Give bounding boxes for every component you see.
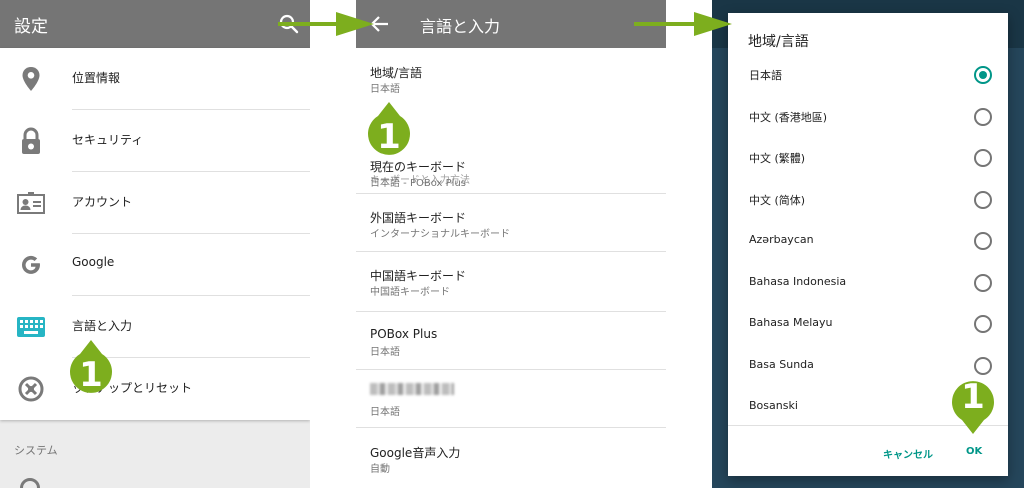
radio-icon[interactable] bbox=[974, 357, 992, 375]
language-option[interactable]: 中文 (繁體) bbox=[728, 138, 1008, 178]
language-option[interactable]: 中文 (简体) bbox=[728, 180, 1008, 220]
settings-item-account[interactable]: アカウント bbox=[0, 172, 310, 234]
item-subtitle: 日本語 - POBox Plus bbox=[370, 178, 466, 189]
account-card-icon bbox=[16, 188, 46, 218]
language-input-title: 言語と入力 bbox=[420, 17, 501, 36]
location-icon bbox=[16, 64, 46, 94]
settings-app-bar: 設定 bbox=[0, 0, 310, 48]
item-title: Google音声入力 bbox=[370, 446, 461, 460]
item-subtitle: 日本語 bbox=[370, 347, 400, 358]
radio-icon[interactable] bbox=[974, 108, 992, 126]
settings-item-location[interactable]: 位置情報 bbox=[0, 48, 310, 110]
option-label: 中文 (香港地區) bbox=[749, 111, 828, 124]
option-label: Basa Sunda bbox=[749, 358, 814, 371]
settings-title: 設定 bbox=[14, 17, 48, 37]
step-number: 1 bbox=[377, 117, 401, 157]
settings-item-backup-reset[interactable]: ックアップとリセット bbox=[0, 358, 310, 420]
radio-icon[interactable] bbox=[974, 274, 992, 292]
settings-item-label: 言語と入力 bbox=[72, 319, 133, 333]
radio-icon[interactable] bbox=[974, 149, 992, 167]
keyboard-item-foreign[interactable]: 外国語キーボード インターナショナルキーボード bbox=[356, 194, 666, 251]
item-title: 中国語キーボード bbox=[370, 269, 467, 283]
item-title: 外国語キーボード bbox=[370, 211, 467, 225]
settings-item-label: アカウント bbox=[72, 195, 133, 209]
option-label: 日本語 bbox=[749, 69, 782, 82]
option-label: 中文 (繁體) bbox=[749, 152, 806, 165]
radio-icon[interactable] bbox=[974, 315, 992, 333]
step-marker: 1 bbox=[366, 100, 412, 162]
item-subtitle: インターナショナルキーボード bbox=[370, 229, 510, 240]
lock-icon bbox=[16, 126, 46, 156]
section-header-system: システム bbox=[14, 444, 58, 457]
settings-item-google[interactable]: Google bbox=[0, 234, 310, 296]
option-label: 中文 (简体) bbox=[749, 194, 806, 207]
settings-item-language-input[interactable]: 言語と入力 bbox=[0, 296, 310, 358]
keyboard-item-chinese[interactable]: 中国語キーボード 中国語キーボード bbox=[356, 252, 666, 311]
option-label: Bahasa Melayu bbox=[749, 316, 833, 329]
item-title: 地域/言語 bbox=[370, 66, 423, 80]
radio-icon[interactable] bbox=[974, 191, 992, 209]
radio-icon[interactable] bbox=[974, 232, 992, 250]
google-icon bbox=[16, 250, 46, 280]
item-title: POBox Plus bbox=[370, 327, 438, 341]
blurred-keyboard-name bbox=[370, 383, 454, 395]
cancel-button[interactable]: キャンセル bbox=[883, 446, 933, 461]
item-subtitle: 日本語 bbox=[370, 84, 400, 95]
language-option[interactable]: Azərbaycan bbox=[728, 221, 1008, 261]
item-subtitle: 日本語 bbox=[370, 407, 400, 418]
item-subtitle: 自動 bbox=[370, 464, 390, 475]
option-label: Bahasa Indonesia bbox=[749, 275, 847, 288]
option-label: Azərbaycan bbox=[749, 233, 814, 246]
keyboard-item-google-voice[interactable]: Google音声入力 自動 bbox=[356, 428, 666, 488]
settings-item-label: Google bbox=[72, 255, 115, 269]
step-marker: 1 bbox=[950, 374, 996, 436]
settings-screen: 設定 位置情報 セキュリティ アカウント Google 言語と入力 ックアップと… bbox=[0, 0, 310, 488]
backup-icon bbox=[16, 374, 46, 404]
settings-item-label: 位置情報 bbox=[72, 71, 121, 85]
flow-arrow-icon bbox=[634, 12, 732, 36]
settings-item-label: セキュリティ bbox=[72, 133, 144, 147]
keyboard-item-pobox[interactable]: POBox Plus 日本語 bbox=[356, 312, 666, 369]
partial-item-icon bbox=[20, 478, 40, 488]
language-option[interactable]: Bahasa Melayu bbox=[728, 304, 1008, 344]
step-number: 1 bbox=[961, 377, 985, 417]
step-number: 1 bbox=[79, 355, 103, 395]
language-option[interactable]: 中文 (香港地區) bbox=[728, 97, 1008, 137]
language-input-app-bar: 言語と入力 bbox=[356, 0, 666, 48]
keyboard-icon bbox=[16, 312, 46, 342]
flow-arrow-icon bbox=[278, 12, 374, 36]
keyboard-item-blurred[interactable]: 日本語 bbox=[356, 370, 666, 427]
item-subtitle: 中国語キーボード bbox=[370, 287, 450, 298]
dialog-title: 地域/言語 bbox=[748, 34, 809, 50]
language-input-screen: 言語と入力 地域/言語 日本語 キーボードと入力方法 現在のキーボード 日本語 … bbox=[356, 0, 666, 488]
step-marker: 1 bbox=[68, 338, 114, 400]
option-label: Bosanski bbox=[749, 399, 798, 412]
language-option[interactable]: Bahasa Indonesia bbox=[728, 263, 1008, 303]
settings-list: 位置情報 セキュリティ アカウント Google 言語と入力 ックアップとリセッ… bbox=[0, 48, 310, 420]
settings-item-security[interactable]: セキュリティ bbox=[0, 110, 310, 172]
radio-selected-icon[interactable] bbox=[974, 66, 992, 84]
ok-button[interactable]: OK bbox=[966, 446, 982, 457]
language-option[interactable]: 日本語 bbox=[728, 55, 1008, 95]
